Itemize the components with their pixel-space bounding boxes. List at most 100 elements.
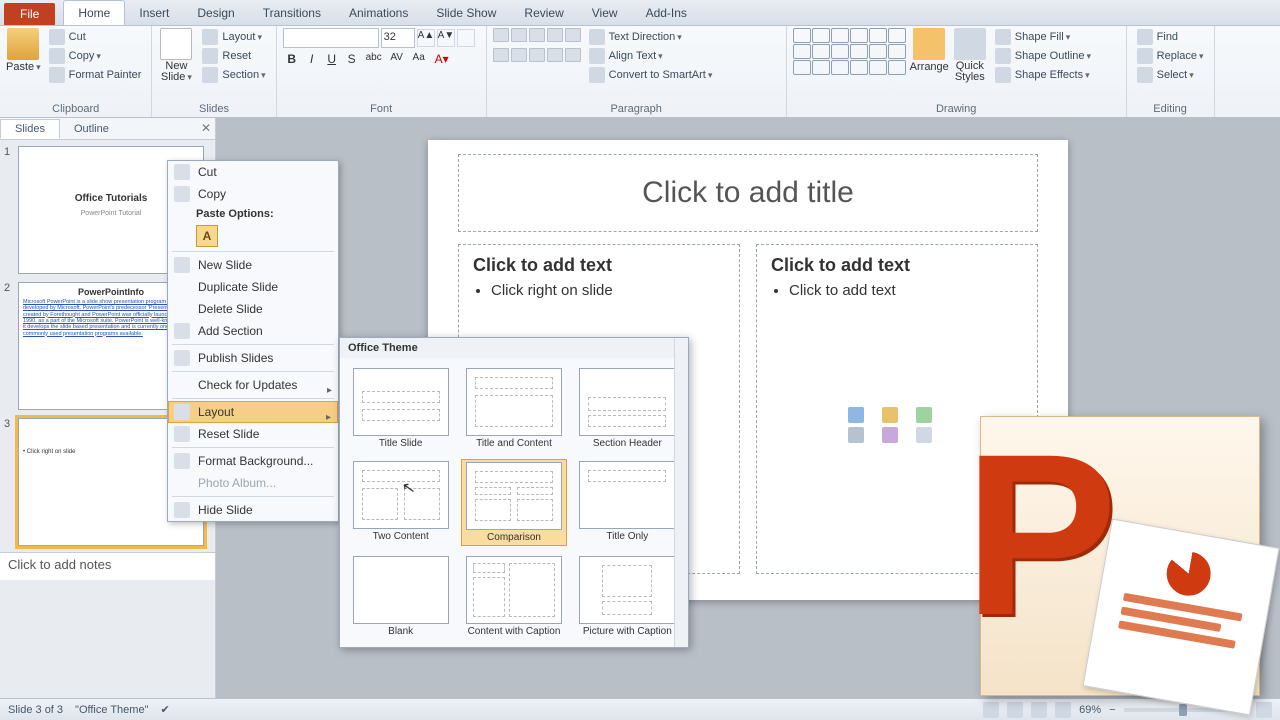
section-button[interactable]: Section	[198, 66, 269, 84]
tab-review[interactable]: Review	[510, 1, 577, 25]
pane-tab-slides[interactable]: Slides	[0, 119, 60, 139]
view-normal-icon[interactable]	[983, 702, 999, 718]
insert-media-icon[interactable]	[916, 427, 932, 443]
paste-button[interactable]: Paste	[6, 28, 41, 73]
view-slideshow-icon[interactable]	[1055, 702, 1071, 718]
italic-button[interactable]: I	[303, 52, 321, 66]
spellcheck-icon[interactable]: ✔	[160, 703, 169, 716]
bullets-button[interactable]	[493, 28, 509, 42]
strike-button[interactable]: S	[343, 52, 361, 66]
layout-picture-caption[interactable]: Picture with Caption	[575, 554, 680, 639]
indent-inc-button[interactable]	[547, 28, 563, 42]
insert-clipart-icon[interactable]	[882, 427, 898, 443]
insert-table-icon[interactable]	[848, 407, 864, 423]
ctx-updates[interactable]: Check for Updates	[168, 374, 338, 396]
ctx-new-slide[interactable]: New Slide	[168, 254, 338, 276]
shape-fill-button[interactable]: Shape Fill	[991, 28, 1095, 46]
layout-title-only[interactable]: Title Only	[575, 459, 680, 546]
tab-transitions[interactable]: Transitions	[249, 1, 335, 25]
spacing-button[interactable]: AV	[387, 52, 407, 66]
ctx-paste-keep-text[interactable]: A	[196, 225, 218, 247]
replace-button[interactable]: Replace	[1133, 47, 1208, 65]
select-button[interactable]: Select	[1133, 66, 1208, 84]
font-size-select[interactable]: 32	[381, 28, 415, 48]
numbering-button[interactable]	[511, 28, 527, 42]
shape-outline-button[interactable]: Shape Outline	[991, 47, 1095, 65]
copy-button[interactable]: Copy	[45, 47, 146, 65]
new-slide-button[interactable]: New Slide	[158, 28, 194, 83]
align-text-button[interactable]: Align Text	[585, 47, 717, 65]
indent-dec-button[interactable]	[529, 28, 545, 42]
layout-title-slide[interactable]: Title Slide	[348, 366, 453, 451]
linespacing-button[interactable]	[565, 28, 581, 42]
smartart-button[interactable]: Convert to SmartArt	[585, 66, 717, 84]
notes-area[interactable]: Click to add notes	[0, 552, 215, 580]
font-family-select[interactable]	[283, 28, 379, 48]
tab-design[interactable]: Design	[183, 1, 248, 25]
tab-insert[interactable]: Insert	[125, 1, 183, 25]
layout-flyout: Office Theme Title Slide Title and Conte…	[339, 337, 689, 648]
font-color-button[interactable]: A▾	[431, 52, 453, 66]
grow-font-icon[interactable]: A▲	[417, 29, 435, 47]
replace-icon	[1137, 48, 1153, 64]
format-painter-button[interactable]: Format Painter	[45, 66, 146, 84]
ctx-del-slide[interactable]: Delete Slide	[168, 298, 338, 320]
zoom-out-button[interactable]: −	[1109, 704, 1115, 716]
tab-animations[interactable]: Animations	[335, 1, 422, 25]
tab-addins[interactable]: Add-Ins	[632, 1, 701, 25]
underline-button[interactable]: U	[323, 52, 341, 66]
flyout-scrollbar[interactable]	[674, 338, 688, 647]
arrange-button[interactable]: Arrange	[910, 28, 949, 73]
reset-button[interactable]: Reset	[198, 47, 269, 65]
align-left-button[interactable]	[493, 48, 509, 62]
view-reading-icon[interactable]	[1031, 702, 1047, 718]
case-button[interactable]: Aa	[409, 52, 429, 66]
status-zoom: 69%	[1079, 704, 1101, 716]
find-button[interactable]: Find	[1133, 28, 1208, 46]
pane-tabs: Slides Outline ✕	[0, 118, 215, 140]
tab-slideshow[interactable]: Slide Show	[422, 1, 510, 25]
layout-button[interactable]: Layout	[198, 28, 269, 46]
shrink-font-icon[interactable]: A▼	[437, 29, 455, 47]
justify-button[interactable]	[547, 48, 563, 62]
ctx-cut[interactable]: Cut	[168, 161, 338, 183]
shape-effects-button[interactable]: Shape Effects	[991, 66, 1095, 84]
insert-smartart-icon[interactable]	[916, 407, 932, 423]
columns-button[interactable]	[565, 48, 581, 62]
ctx-reset[interactable]: Reset Slide	[168, 423, 338, 445]
view-sorter-icon[interactable]	[1007, 702, 1023, 718]
ctx-layout[interactable]: Layout	[168, 401, 338, 423]
ctx-format-bg[interactable]: Format Background...	[168, 450, 338, 472]
layout-two-content[interactable]: Two Content	[348, 459, 453, 546]
quick-styles-button[interactable]: Quick Styles	[953, 28, 987, 83]
text-direction-button[interactable]: Text Direction	[585, 28, 717, 46]
insert-chart-icon[interactable]	[882, 407, 898, 423]
pane-close-icon[interactable]: ✕	[201, 121, 211, 135]
ctx-hide-slide[interactable]: Hide Slide	[168, 499, 338, 521]
layout-comparison[interactable]: Comparison	[461, 459, 566, 546]
layout-title-content[interactable]: Title and Content	[461, 366, 566, 451]
shapes-gallery[interactable]	[793, 28, 906, 75]
align-center-button[interactable]	[511, 48, 527, 62]
group-paragraph: Text Direction Align Text Convert to Sma…	[487, 26, 787, 117]
ctx-copy[interactable]: Copy	[168, 183, 338, 205]
layout-content-caption[interactable]: Content with Caption	[461, 554, 566, 639]
layout-blank[interactable]: Blank	[348, 554, 453, 639]
bold-button[interactable]: B	[283, 52, 301, 66]
tab-file[interactable]: File	[4, 3, 55, 25]
ctx-publish[interactable]: Publish Slides	[168, 347, 338, 369]
find-icon	[1137, 29, 1153, 45]
tab-view[interactable]: View	[578, 1, 632, 25]
fit-window-icon[interactable]	[1256, 702, 1272, 718]
align-right-button[interactable]	[529, 48, 545, 62]
ctx-add-section[interactable]: Add Section	[168, 320, 338, 342]
pane-tab-outline[interactable]: Outline	[60, 120, 123, 138]
insert-picture-icon[interactable]	[848, 427, 864, 443]
tab-home[interactable]: Home	[63, 0, 125, 25]
cut-button[interactable]: Cut	[45, 28, 146, 46]
clear-format-icon[interactable]	[457, 29, 475, 47]
shadow-button[interactable]: abc	[363, 52, 385, 66]
title-placeholder[interactable]: Click to add title	[458, 154, 1038, 232]
ctx-dup-slide[interactable]: Duplicate Slide	[168, 276, 338, 298]
layout-section-header[interactable]: Section Header	[575, 366, 680, 451]
